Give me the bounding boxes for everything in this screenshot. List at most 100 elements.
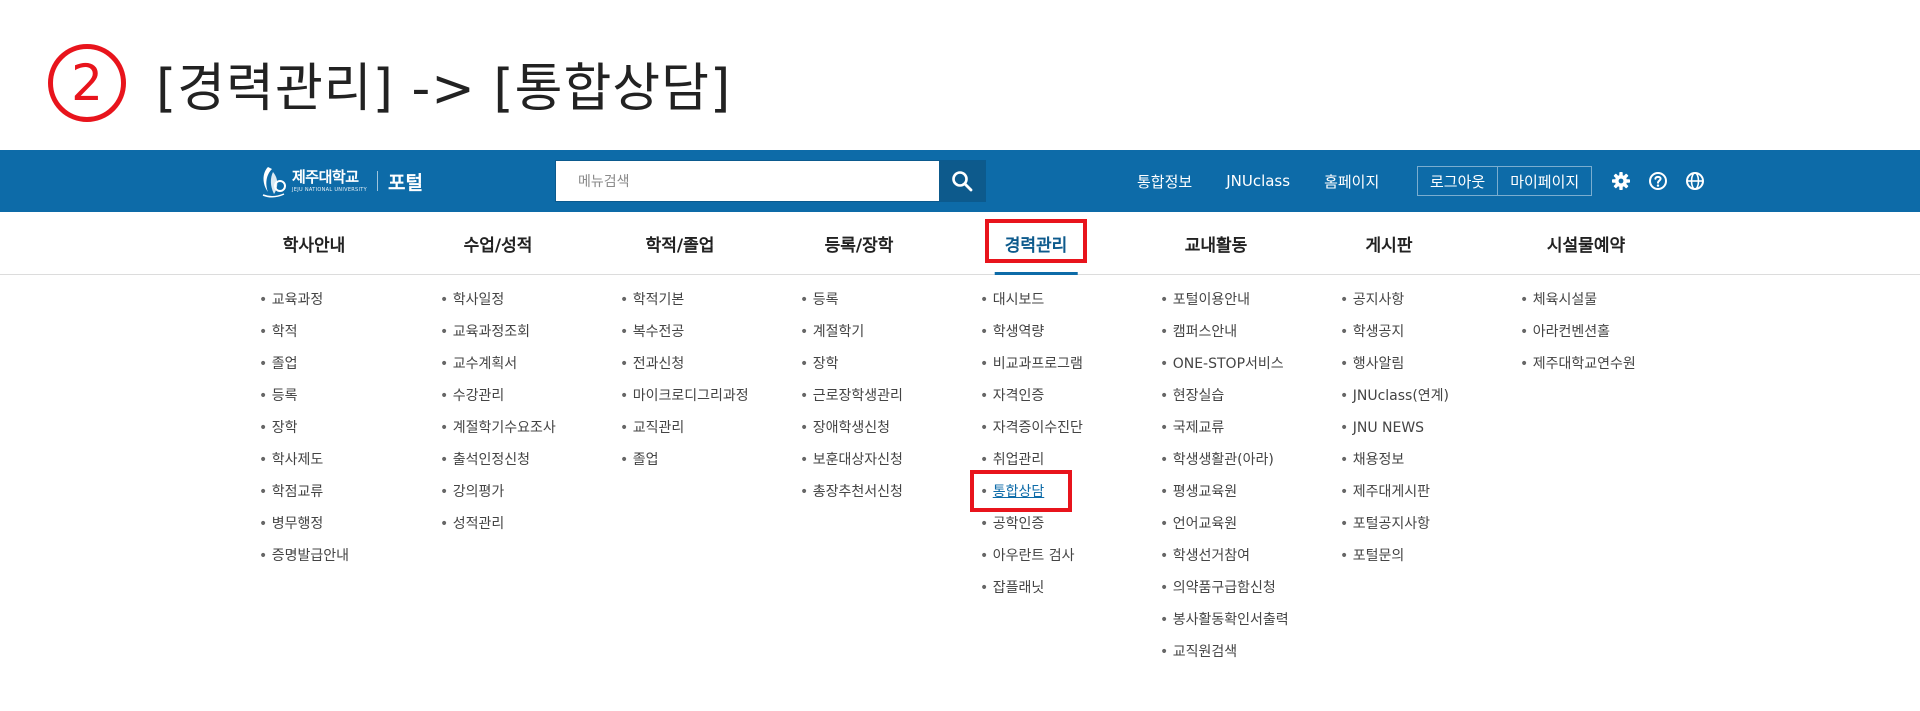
menu-item[interactable]: 학사일정 [440,284,556,316]
menu-item[interactable]: 체육시설물 [1520,284,1636,316]
menu-item[interactable]: 의약품구급함신청 [1160,572,1289,604]
menu-item[interactable]: 아우란트 검사 [980,540,1083,572]
main-navigation: 학사안내 수업/성적 학적/졸업 등록/장학 경력관리 교내활동 게시판 시설물… [0,212,1920,275]
submenu-career-management: 대시보드 학생역량 비교과프로그램 자격인증 자격증이수진단 취업관리 통합상담… [980,284,1083,604]
menu-item[interactable]: 대시보드 [980,284,1083,316]
menu-item[interactable]: 복수전공 [620,316,749,348]
menu-item[interactable]: 교육과정 [259,284,349,316]
nav-facility-reservation[interactable]: 시설물예약 [1547,212,1625,274]
nav-campus-activities[interactable]: 교내활동 [1185,212,1248,274]
menu-item[interactable]: JNU NEWS [1340,412,1449,444]
menu-item[interactable]: 학점교류 [259,476,349,508]
search-icon [952,171,973,192]
menu-item[interactable]: 언어교육원 [1160,508,1289,540]
menu-item[interactable]: 학생공지 [1340,316,1449,348]
menu-item[interactable]: 공지사항 [1340,284,1449,316]
integrated-counseling-link[interactable]: 통합상담 [993,484,1045,500]
link-jnuclass[interactable]: JNUclass [1226,172,1290,190]
mypage-button[interactable]: 마이페이지 [1497,167,1591,195]
menu-item[interactable]: 성적관리 [440,508,556,540]
menu-item[interactable]: 장학 [800,348,903,380]
university-emblem-icon [262,167,286,198]
menu-item[interactable]: 계절학기 [800,316,903,348]
menu-item[interactable]: 포털문의 [1340,540,1449,572]
globe-icon[interactable] [1684,170,1706,192]
menu-search-box [555,160,986,202]
menu-search-input[interactable] [576,161,940,201]
nav-classes-grades[interactable]: 수업/성적 [464,212,533,274]
menu-item[interactable]: 자격증이수진단 [980,412,1083,444]
menu-item[interactable]: 교직관리 [620,412,749,444]
menu-item[interactable]: 교육과정조회 [440,316,556,348]
menu-item[interactable]: 장학 [259,412,349,444]
menu-item[interactable]: 국제교류 [1160,412,1289,444]
menu-item[interactable]: 제주대게시판 [1340,476,1449,508]
logo-name: 제주대학교 [292,167,359,186]
menu-item[interactable]: 취업관리 [980,444,1083,476]
logo-subtitle: JEJU NATIONAL UNIVERSITY [292,186,368,193]
link-homepage[interactable]: 홈페이지 [1324,171,1379,192]
menu-item[interactable]: 계절학기수요조사 [440,412,556,444]
top-header-bar: 제주대학교 JEJU NATIONAL UNIVERSITY 포털 통합정보 J… [0,150,1920,212]
menu-item[interactable]: 출석인정신청 [440,444,556,476]
nav-academic-info[interactable]: 학사안내 [283,212,346,274]
menu-item[interactable]: 근로장학생관리 [800,380,903,412]
menu-item[interactable]: 교직원검색 [1160,636,1289,668]
nav-career-management[interactable]: 경력관리 [994,212,1077,275]
menu-item[interactable]: 전과신청 [620,348,749,380]
submenu-campus-activities: 포털이용안내 캠퍼스안내 ONE-STOP서비스 현장실습 국제교류 학생생활관… [1160,284,1289,668]
nav-board[interactable]: 게시판 [1366,212,1413,274]
menu-item[interactable]: 행사알림 [1340,348,1449,380]
university-logo[interactable]: 제주대학교 JEJU NATIONAL UNIVERSITY 포털 [258,164,423,198]
logo-portal-label: 포털 [388,171,423,194]
menu-item[interactable]: 강의평가 [440,476,556,508]
menu-item[interactable]: 채용정보 [1340,444,1449,476]
submenu-panel: 교육과정 학적 졸업 등록 장학 학사제도 학점교류 병무행정 증명발급안내 학… [0,284,1920,684]
menu-item[interactable]: 졸업 [259,348,349,380]
menu-item[interactable]: 등록 [800,284,903,316]
menu-item[interactable]: 마이크로디그리과정 [620,380,749,412]
gear-icon[interactable] [1610,170,1632,192]
menu-item[interactable]: 수강관리 [440,380,556,412]
menu-item[interactable]: 봉사활동확인서출력 [1160,604,1289,636]
menu-item[interactable]: 잡플래닛 [980,572,1083,604]
menu-item[interactable]: 학생선거참여 [1160,540,1289,572]
menu-item[interactable]: 아라컨벤션홀 [1520,316,1636,348]
menu-item[interactable]: 학생생활관(아라) [1160,444,1289,476]
search-button[interactable] [939,161,985,201]
menu-item[interactable]: 학적기본 [620,284,749,316]
menu-item[interactable]: JNUclass(연계) [1340,380,1449,412]
menu-item[interactable]: 졸업 [620,444,749,476]
step-heading: 2 [경력관리] -> [통합상담] [48,38,731,128]
nav-tuition-scholarship[interactable]: 등록/장학 [825,212,894,274]
submenu-board: 공지사항 학생공지 행사알림 JNUclass(연계) JNU NEWS 채용정… [1340,284,1449,572]
menu-item[interactable]: 제주대학교연수원 [1520,348,1636,380]
submenu-classes-grades: 학사일정 교육과정조회 교수계획서 수강관리 계절학기수요조사 출석인정신청 강… [440,284,556,540]
menu-item[interactable]: 보훈대상자신청 [800,444,903,476]
menu-item[interactable]: 현장실습 [1160,380,1289,412]
menu-item[interactable]: 병무행정 [259,508,349,540]
menu-item[interactable]: 평생교육원 [1160,476,1289,508]
menu-item[interactable]: ONE-STOP서비스 [1160,348,1289,380]
menu-item[interactable]: 비교과프로그램 [980,348,1083,380]
menu-item[interactable]: 자격인증 [980,380,1083,412]
nav-registration-graduation[interactable]: 학적/졸업 [646,212,715,274]
menu-item[interactable]: 장애학생신청 [800,412,903,444]
menu-item[interactable]: 학생역량 [980,316,1083,348]
help-icon[interactable] [1647,170,1669,192]
menu-item[interactable]: 증명발급안내 [259,540,349,572]
submenu-tuition-scholarship: 등록 계절학기 장학 근로장학생관리 장애학생신청 보훈대상자신청 총장추천서신… [800,284,903,508]
menu-item[interactable]: 교수계획서 [440,348,556,380]
menu-item[interactable]: 학적 [259,316,349,348]
menu-item[interactable]: 포털이용안내 [1160,284,1289,316]
menu-item[interactable]: 등록 [259,380,349,412]
submenu-facility-reservation: 체육시설물 아라컨벤션홀 제주대학교연수원 [1520,284,1636,380]
link-integrated-info[interactable]: 통합정보 [1137,171,1192,192]
menu-item-integrated-counseling[interactable]: 통합상담 [980,476,1083,508]
menu-item[interactable]: 캠퍼스안내 [1160,316,1289,348]
menu-item[interactable]: 포털공지사항 [1340,508,1449,540]
menu-item[interactable]: 학사제도 [259,444,349,476]
menu-item[interactable]: 공학인증 [980,508,1083,540]
logout-button[interactable]: 로그아웃 [1418,167,1497,195]
menu-item[interactable]: 총장추천서신청 [800,476,903,508]
